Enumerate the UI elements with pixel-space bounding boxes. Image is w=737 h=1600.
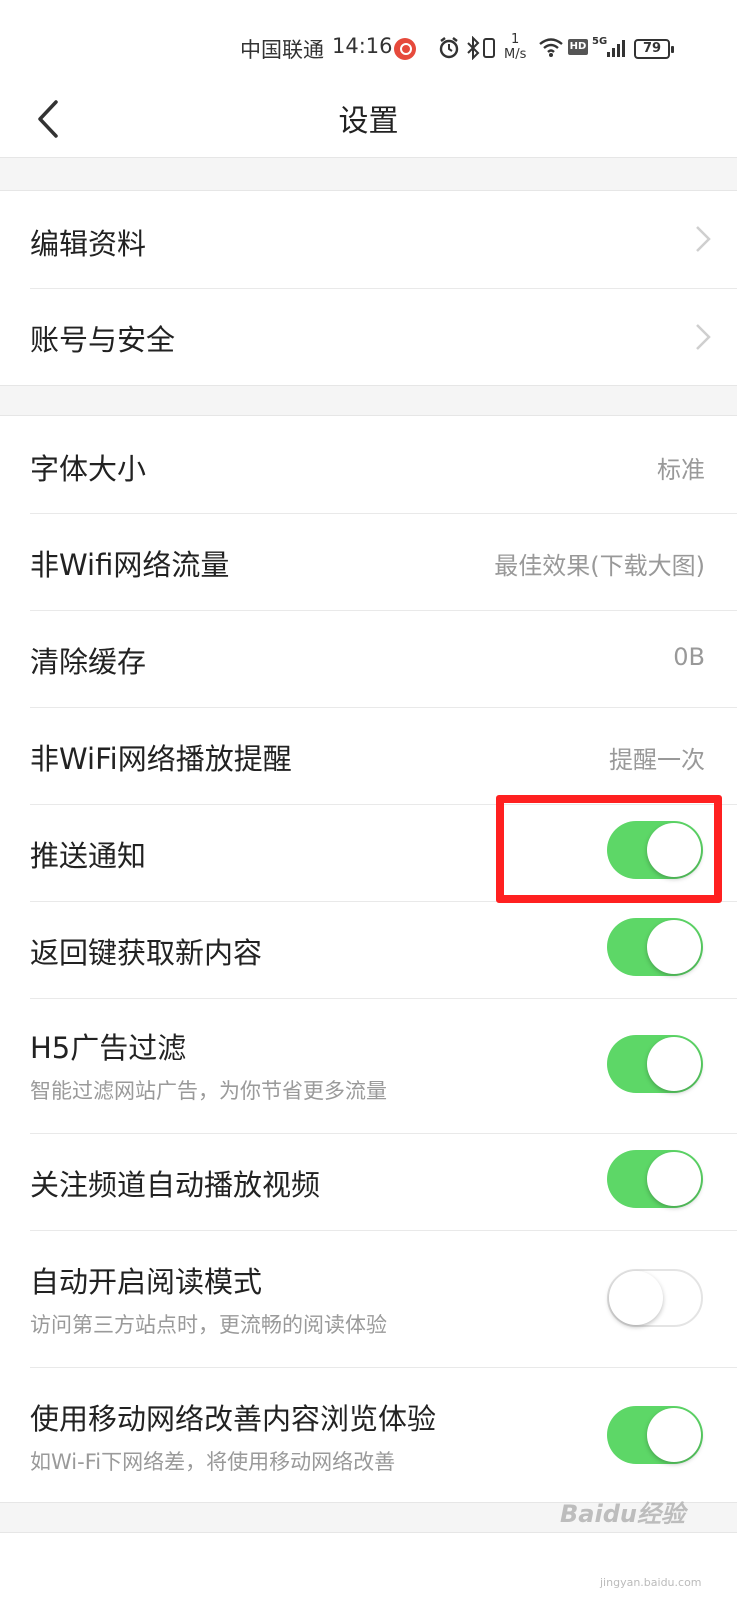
row-title: 使用移动网络改善内容浏览体验 <box>30 1402 437 1436</box>
navigation-header: 设置 <box>0 80 737 158</box>
settings-row-edit-profile[interactable]: 编辑资料 <box>0 191 737 288</box>
notification-icon <box>394 38 416 60</box>
h5-ad-filter-toggle[interactable] <box>607 1035 703 1093</box>
row-value: 0B <box>673 643 705 671</box>
row-title: 关注频道自动播放视频 <box>30 1168 321 1202</box>
toggle-knob <box>609 1271 663 1325</box>
watermark-logo: Baidu经验 <box>560 1500 685 1528</box>
bluetooth-icon <box>467 36 480 60</box>
row-title: 账号与安全 <box>30 323 176 357</box>
settings-group-account: 编辑资料 账号与安全 <box>0 190 737 386</box>
signal-icon <box>607 40 625 57</box>
network-type: 5G <box>592 36 608 47</box>
network-speed-unit: M/s <box>504 47 527 62</box>
network-speed: 1 M/s <box>504 32 526 62</box>
battery-icon: 79 <box>634 39 674 59</box>
settings-row-nonwifi-data[interactable]: 非Wifi网络流量 最佳效果(下载大图) <box>0 514 737 610</box>
network-speed-value: 1 <box>511 32 520 47</box>
page-title: 设置 <box>338 104 399 139</box>
status-time: 14:16 <box>332 34 393 58</box>
alarm-icon <box>439 37 459 59</box>
back-refresh-toggle[interactable] <box>607 918 703 976</box>
chevron-right-icon <box>696 324 711 350</box>
row-title: 非WiFi网络播放提醒 <box>30 742 292 776</box>
reading-mode-toggle[interactable] <box>607 1269 703 1327</box>
chevron-right-icon <box>696 226 711 252</box>
settings-row-mobile-network-assist: 使用移动网络改善内容浏览体验 如Wi-Fi下网络差，将使用移动网络改善 <box>0 1368 737 1504</box>
row-value: 最佳效果(下载大图) <box>494 552 705 580</box>
row-subtitle: 访问第三方站点时，更流畅的阅读体验 <box>30 1313 387 1337</box>
row-value: 标准 <box>657 456 705 484</box>
mobile-network-assist-toggle[interactable] <box>607 1406 703 1464</box>
row-title: 编辑资料 <box>30 227 147 261</box>
settings-group-general: 字体大小 标准 非Wifi网络流量 最佳效果(下载大图) 清除缓存 0B 非Wi… <box>0 415 737 1503</box>
watermark-url: jingyan.baidu.com <box>600 1576 702 1589</box>
status-bar: 中国联通 14:16 1 M/s HD 5G 79 <box>0 0 737 80</box>
settings-row-font-size[interactable]: 字体大小 标准 <box>0 416 737 513</box>
toggle-knob <box>647 1037 701 1091</box>
settings-row-clear-cache[interactable]: 清除缓存 0B <box>0 611 737 707</box>
row-title: 自动开启阅读模式 <box>30 1265 263 1299</box>
toggle-knob <box>647 920 701 974</box>
row-title: 非Wifi网络流量 <box>30 548 230 582</box>
settings-row-nonwifi-play-reminder[interactable]: 非WiFi网络播放提醒 提醒一次 <box>0 708 737 804</box>
hd-badge: HD <box>568 39 588 55</box>
carrier-name: 中国联通 <box>240 38 324 62</box>
row-subtitle: 智能过滤网站广告，为你节省更多流量 <box>30 1079 387 1103</box>
row-subtitle: 如Wi-Fi下网络差，将使用移动网络改善 <box>30 1450 396 1474</box>
vibrate-icon <box>483 38 495 58</box>
settings-row-back-refresh: 返回键获取新内容 <box>0 902 737 998</box>
row-value: 提醒一次 <box>609 746 705 774</box>
settings-row-h5-ad-filter: H5广告过滤 智能过滤网站广告，为你节省更多流量 <box>0 999 737 1133</box>
settings-row-autoplay-video: 关注频道自动播放视频 <box>0 1134 737 1230</box>
next-settings-group <box>0 1532 737 1600</box>
settings-row-reading-mode: 自动开启阅读模式 访问第三方站点时，更流畅的阅读体验 <box>0 1231 737 1367</box>
row-title: 清除缓存 <box>30 645 147 679</box>
wifi-icon <box>539 38 563 57</box>
autoplay-video-toggle[interactable] <box>607 1150 703 1208</box>
row-title: 字体大小 <box>30 452 147 486</box>
settings-row-account-security[interactable]: 账号与安全 <box>0 289 737 386</box>
toggle-knob <box>647 1408 701 1462</box>
row-title: 推送通知 <box>30 839 147 873</box>
row-title: H5广告过滤 <box>30 1031 187 1065</box>
highlight-box <box>496 795 722 903</box>
row-title: 返回键获取新内容 <box>30 936 263 970</box>
toggle-knob <box>647 1152 701 1206</box>
